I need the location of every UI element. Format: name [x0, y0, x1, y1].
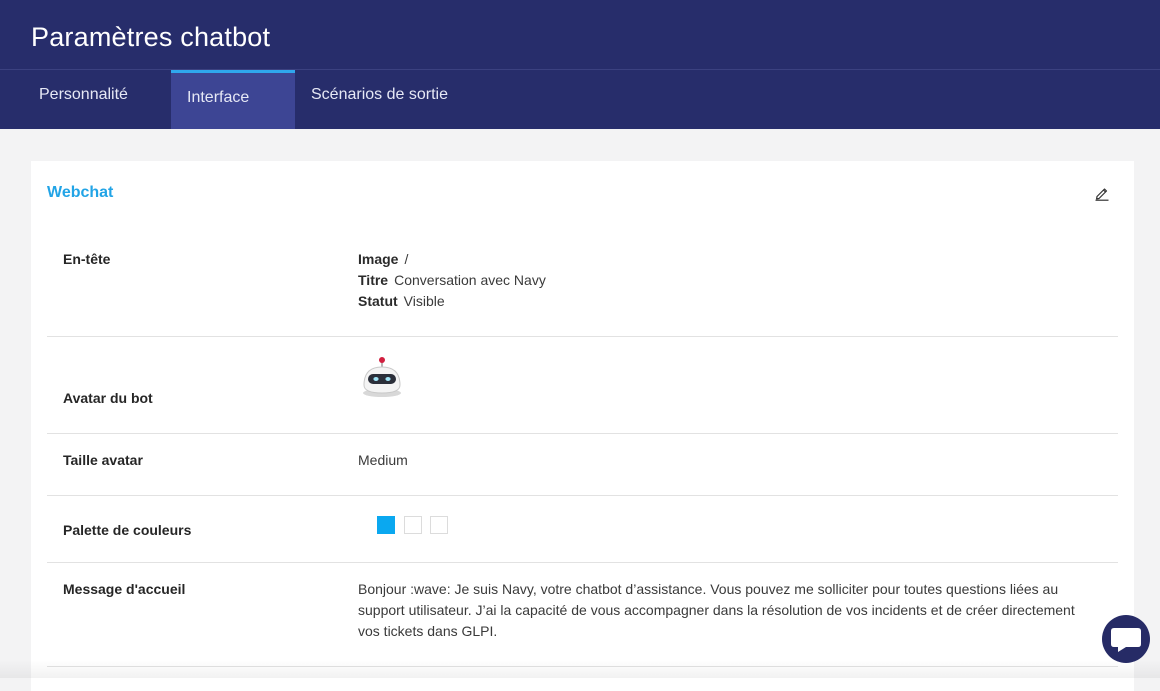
title-key: Titre — [358, 272, 389, 288]
color-swatch-primary[interactable] — [377, 516, 395, 534]
row-taille-avatar: Taille avatar Medium — [47, 434, 1118, 495]
tab-label: Interface — [187, 89, 250, 106]
robot-avatar-icon — [363, 357, 401, 397]
row-en-tete: En-tête Image / Titre Conversation avec Na… — [47, 249, 1118, 319]
row-avatar: Avatar du bot — [47, 337, 1118, 433]
row-palette: Palette de couleurs — [47, 496, 1118, 562]
chat-bubble-icon — [1111, 628, 1141, 652]
row-label: Taille avatar — [63, 452, 143, 468]
bot-avatar — [360, 355, 404, 402]
tab-interface[interactable]: Interface — [171, 70, 295, 129]
row-label: Palette de couleurs — [63, 522, 192, 538]
color-palette — [377, 516, 457, 536]
title-setting: Titre Conversation avec Navy — [358, 270, 546, 291]
row-label: En-tête — [63, 251, 111, 267]
header-settings: Image / Titre Conversation avec Navy Statu… — [358, 249, 546, 312]
status-key: Statut — [358, 293, 398, 309]
status-setting: Statut Visible — [358, 291, 546, 312]
tab-personnalite[interactable]: Personnalité — [23, 70, 171, 129]
status-value: Visible — [403, 293, 445, 309]
tab-label: Scénarios de sortie — [311, 86, 448, 103]
image-key: Image — [358, 251, 399, 267]
chat-launcher-button[interactable] — [1102, 615, 1150, 663]
color-swatch-tertiary[interactable] — [430, 516, 448, 534]
row-label: Avatar du bot — [63, 390, 153, 406]
row-message-accueil: Message d'accueil Bonjour :wave: Je suis… — [47, 563, 1118, 663]
avatar-size-value: Medium — [358, 452, 408, 468]
webchat-card: Webchat En-tête Image / Titre Conversation… — [31, 161, 1134, 691]
color-swatch-secondary[interactable] — [404, 516, 422, 534]
app-header: Paramètres chatbot Personnalité Interfac… — [0, 0, 1160, 129]
image-setting: Image / — [358, 249, 546, 270]
tab-scenarios-de-sortie[interactable]: Scénarios de sortie — [295, 70, 485, 129]
pencil-icon[interactable] — [1094, 185, 1110, 201]
welcome-message: Bonjour :wave: Je suis Navy, votre chatb… — [358, 581, 1075, 639]
tab-label: Personnalité — [39, 86, 128, 103]
row-label: Message d'accueil — [63, 581, 186, 597]
image-value: / — [404, 251, 409, 267]
card-title: Webchat — [47, 184, 114, 201]
bottom-shadow — [0, 660, 1160, 678]
title-value: Conversation avec Navy — [394, 272, 546, 288]
tab-bar: Personnalité Interface Scénarios de sort… — [0, 70, 1160, 129]
page-title: Paramètres chatbot — [31, 22, 271, 52]
